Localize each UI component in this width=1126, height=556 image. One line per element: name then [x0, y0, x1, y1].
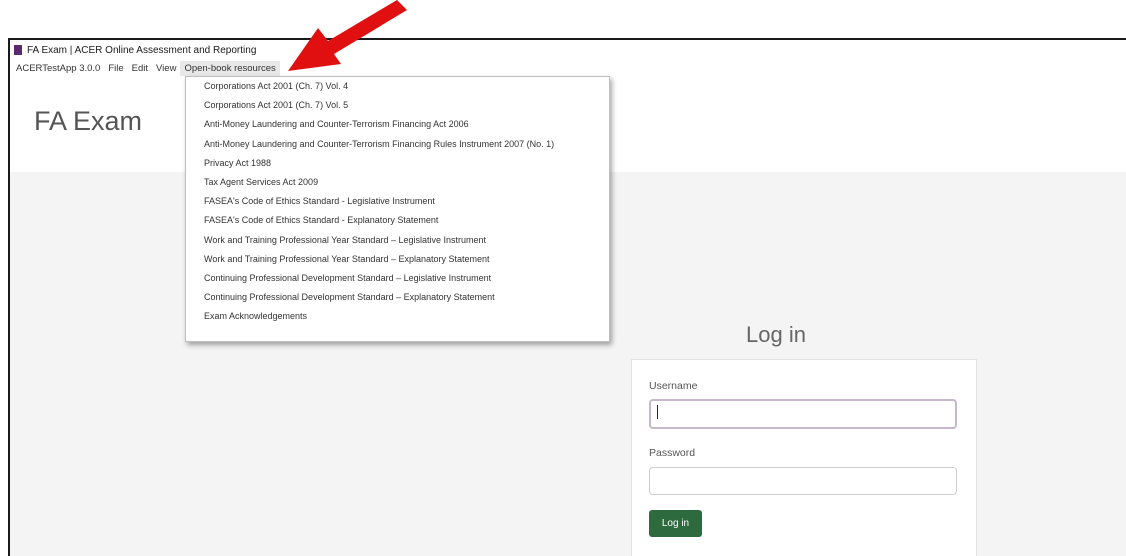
resource-item[interactable]: Tax Agent Services Act 2009 — [186, 173, 609, 192]
resource-item[interactable]: Continuing Professional Development Stan… — [186, 269, 609, 288]
resource-item[interactable]: Corporations Act 2001 (Ch. 7) Vol. 5 — [186, 96, 609, 115]
resource-item[interactable]: Anti-Money Laundering and Counter-Terror… — [186, 115, 609, 134]
password-label: Password — [649, 447, 696, 459]
text-caret — [657, 405, 658, 419]
menu-app[interactable]: ACERTestApp 3.0.0 — [12, 61, 104, 76]
menu-view[interactable]: View — [152, 61, 180, 76]
login-button[interactable]: Log in — [649, 510, 702, 537]
resource-item[interactable]: Anti-Money Laundering and Counter-Terror… — [186, 135, 609, 154]
open-book-resources-dropdown: Corporations Act 2001 (Ch. 7) Vol. 4 Cor… — [185, 76, 610, 342]
menu-edit[interactable]: Edit — [128, 61, 152, 76]
brand-title: FA Exam — [34, 106, 143, 136]
menu-bar: ACERTestApp 3.0.0 File Edit View Open-bo… — [10, 60, 1126, 76]
username-label: Username — [649, 380, 698, 392]
username-field-wrapper — [649, 399, 957, 429]
password-input[interactable] — [649, 467, 957, 495]
username-input[interactable] — [649, 399, 957, 429]
resource-item[interactable]: FASEA's Code of Ethics Standard - Explan… — [186, 211, 609, 230]
login-heading: Log in — [746, 322, 806, 347]
resource-item[interactable]: Work and Training Professional Year Stan… — [186, 250, 609, 269]
menu-file[interactable]: File — [104, 61, 127, 76]
window-title: FA Exam | ACER Online Assessment and Rep… — [27, 44, 257, 56]
resource-item[interactable]: FASEA's Code of Ethics Standard - Legisl… — [186, 192, 609, 211]
resource-item[interactable]: Continuing Professional Development Stan… — [186, 288, 609, 307]
resource-item[interactable]: Exam Acknowledgements — [186, 307, 609, 326]
menu-open-book-resources[interactable]: Open-book resources — [180, 60, 280, 76]
app-icon — [14, 45, 22, 55]
resource-item[interactable]: Work and Training Professional Year Stan… — [186, 231, 609, 250]
resource-item[interactable]: Privacy Act 1988 — [186, 154, 609, 173]
resource-item[interactable]: Corporations Act 2001 (Ch. 7) Vol. 4 — [186, 77, 609, 96]
title-bar: FA Exam | ACER Online Assessment and Rep… — [10, 40, 1126, 60]
login-card: Username Password Log in — [631, 359, 977, 556]
